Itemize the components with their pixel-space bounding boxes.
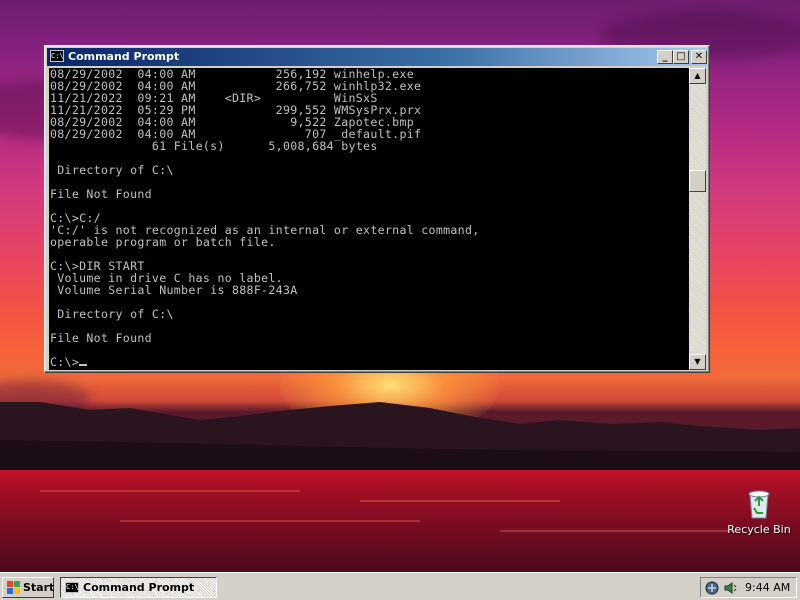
taskbar-item-command-prompt[interactable]: C:\ Command Prompt	[60, 577, 217, 598]
taskbar: Start C:\ Command Prompt 9:44 AM	[0, 572, 800, 600]
vertical-scrollbar[interactable]: ▲ ▼	[689, 68, 706, 370]
console-output[interactable]: 08/29/2002 04:00 AM 256,192 winhelp.exe …	[49, 68, 689, 370]
scroll-down-button[interactable]: ▼	[689, 354, 706, 370]
scroll-up-button[interactable]: ▲	[689, 68, 706, 84]
windows-logo-icon	[7, 581, 20, 594]
maximize-button[interactable]: □	[673, 50, 689, 64]
start-button[interactable]: Start	[2, 577, 54, 598]
close-button[interactable]: ✕	[691, 50, 707, 64]
text-cursor	[79, 364, 88, 366]
scroll-thumb[interactable]	[689, 170, 706, 192]
window-title: Command Prompt	[68, 50, 180, 63]
recycle-bin-icon	[748, 490, 770, 519]
sea	[0, 470, 800, 572]
mountain-silhouette	[0, 402, 800, 480]
system-tray: 9:44 AM	[700, 577, 797, 598]
console-text: 08/29/2002 04:00 AM 256,192 winhelp.exe …	[50, 68, 480, 369]
minimize-button[interactable]: _	[657, 50, 673, 64]
recycle-bin[interactable]: Recycle Bin	[726, 486, 792, 536]
taskbar-item-label: Command Prompt	[83, 581, 195, 594]
network-icon[interactable]	[705, 581, 719, 595]
recycle-bin-label: Recycle Bin	[727, 523, 791, 536]
console-task-icon: C:\	[65, 582, 79, 593]
window-titlebar[interactable]: C:\ Command Prompt _ □ ✕	[47, 48, 707, 66]
command-prompt-window[interactable]: C:\ Command Prompt _ □ ✕ 08/29/2002 04:0…	[44, 45, 710, 373]
console-app-icon[interactable]: C:\	[50, 50, 64, 62]
volume-icon[interactable]	[723, 581, 737, 595]
start-label: Start	[23, 581, 55, 594]
clock[interactable]: 9:44 AM	[745, 581, 790, 594]
